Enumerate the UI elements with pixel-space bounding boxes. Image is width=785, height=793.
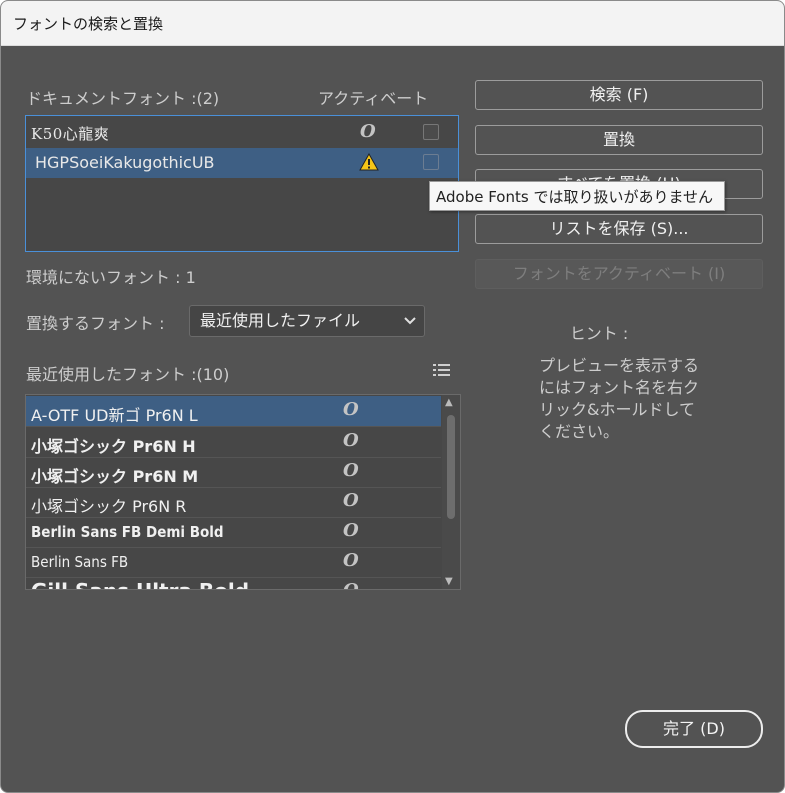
recent-font-row[interactable]: 小塚ゴシック Pr6N M O xyxy=(26,457,441,488)
opentype-icon: O xyxy=(343,399,359,420)
find-button[interactable]: 検索 (F) xyxy=(475,80,763,110)
chevron-down-icon xyxy=(404,317,416,325)
font-name: Berlin Sans FB Demi Bold xyxy=(31,523,224,541)
document-fonts-label: ドキュメントフォント :(2) xyxy=(26,89,220,108)
opentype-icon: O xyxy=(343,490,359,511)
activate-column-header: アクティベート xyxy=(318,89,429,108)
font-name: 小塚ゴシック Pr6N R xyxy=(31,497,187,516)
activate-checkbox[interactable] xyxy=(423,154,439,170)
activate-checkbox[interactable] xyxy=(423,124,439,140)
recent-font-row[interactable]: Berlin Sans FB O xyxy=(26,547,441,578)
font-name: 小塚ゴシック Pr6N M xyxy=(31,467,199,486)
font-name: Berlin Sans FB xyxy=(31,553,129,571)
hint-panel: ヒント : プレビューを表示するにはフォント名を右クリック&ホールドしてください… xyxy=(539,324,700,443)
document-font-row-selected[interactable]: HGPSoeiKakugothicUB xyxy=(26,148,458,178)
recent-font-row-selected[interactable]: A-OTF UD新ゴ Pr6N L O xyxy=(26,396,441,427)
font-name: A-OTF UD新ゴ Pr6N L xyxy=(31,406,198,425)
scrollbar-thumb[interactable] xyxy=(447,415,455,519)
opentype-icon: O xyxy=(343,520,359,541)
hint-text: プレビューを表示するにはフォント名を右クリック&ホールドしてください。 xyxy=(539,356,700,441)
opentype-icon: O xyxy=(343,460,359,481)
recent-fonts-list[interactable]: A-OTF UD新ゴ Pr6N L O 小塚ゴシック Pr6N H O 小塚ゴシ… xyxy=(25,394,461,590)
document-font-row[interactable]: K50心龍爽 O xyxy=(26,118,458,148)
document-fonts-list[interactable]: K50心龍爽 O HGPSoeiKakugothicUB xyxy=(25,115,459,252)
done-button[interactable]: 完了 (D) xyxy=(625,710,763,748)
hint-title: ヒント : xyxy=(569,324,629,343)
opentype-icon: O xyxy=(360,121,376,142)
recent-font-row[interactable]: Berlin Sans FB Demi Bold O xyxy=(26,517,441,548)
dropdown-value: 最近使用したファイル xyxy=(200,311,361,330)
font-name: 小塚ゴシック Pr6N H xyxy=(31,437,196,456)
font-name: HGPSoeiKakugothicUB xyxy=(35,153,215,172)
recent-font-row[interactable]: Gill Sans Ultra Bold O xyxy=(26,577,441,589)
recent-font-row[interactable]: 小塚ゴシック Pr6N R O xyxy=(26,487,441,518)
list-menu-icon[interactable] xyxy=(433,363,451,377)
recent-fonts-label: 最近使用したフォント :(10) xyxy=(26,365,230,384)
activate-fonts-button[interactable]: フォントをアクティベート (I) xyxy=(475,259,763,289)
replace-button[interactable]: 置換 xyxy=(475,125,763,155)
window-title: フォントの検索と置換 xyxy=(13,15,164,33)
save-list-button[interactable]: リストを保存 (S)... xyxy=(475,214,763,244)
warning-icon xyxy=(359,153,379,171)
font-name: K50心龍爽 xyxy=(31,125,110,143)
missing-fonts-label: 環境にないフォント : 1 xyxy=(26,268,196,287)
title-bar: フォントの検索と置換 xyxy=(1,1,784,46)
scrollbar[interactable]: ▲ ▼ xyxy=(442,395,460,589)
replace-with-label: 置換するフォント : xyxy=(26,314,165,333)
scroll-down-icon[interactable]: ▼ xyxy=(445,576,453,587)
opentype-icon: O xyxy=(343,550,359,571)
scroll-up-icon[interactable]: ▲ xyxy=(445,397,453,408)
recent-font-row[interactable]: 小塚ゴシック Pr6N H O xyxy=(26,427,441,458)
font-name: Gill Sans Ultra Bold xyxy=(31,579,249,589)
replace-with-dropdown[interactable]: 最近使用したファイル xyxy=(189,305,425,337)
opentype-icon: O xyxy=(343,430,359,451)
opentype-icon: O xyxy=(343,580,359,589)
tooltip: Adobe Fonts では取り扱いがありません xyxy=(429,181,725,211)
find-replace-font-dialog: フォントの検索と置換 ドキュメントフォント :(2) アクティベート K50心龍… xyxy=(0,0,785,793)
